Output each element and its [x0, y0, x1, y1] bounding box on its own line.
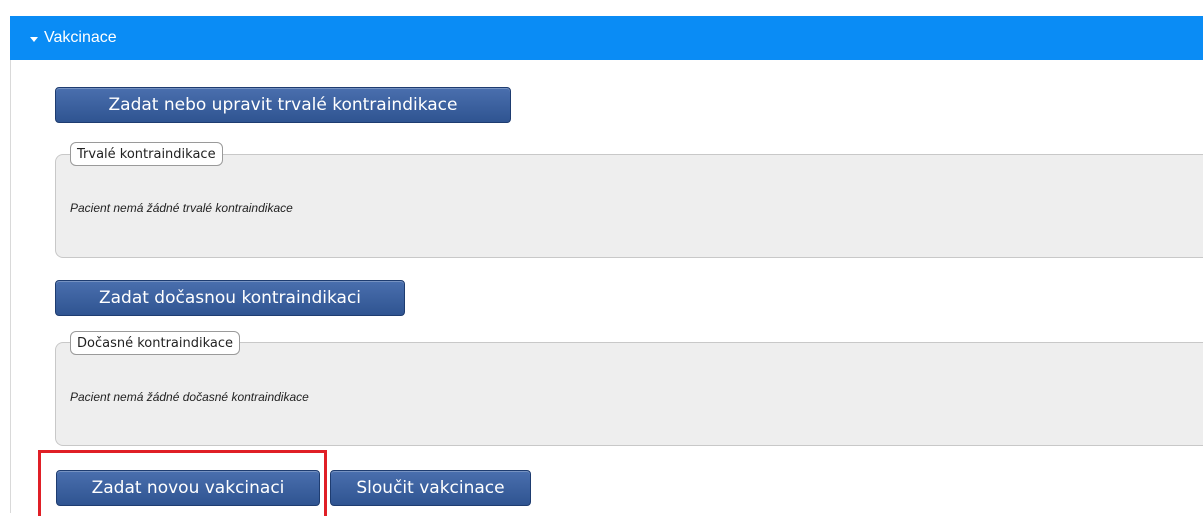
- panel-title: Vakcinace: [44, 29, 117, 46]
- edit-permanent-contraindications-button[interactable]: Zadat nebo upravit trvalé kontraindikace: [55, 87, 511, 123]
- permanent-contraindications-legend: Trvalé kontraindikace: [70, 142, 223, 166]
- vaccination-panel-header[interactable]: Vakcinace: [10, 16, 1203, 60]
- temporary-contraindications-empty-text: Pacient nemá žádné dočasné kontraindikac…: [70, 390, 309, 404]
- add-temporary-contraindication-button[interactable]: Zadat dočasnou kontraindikaci: [55, 280, 405, 316]
- caret-down-icon: [30, 36, 38, 42]
- highlight-box: [38, 450, 327, 516]
- merge-vaccinations-button[interactable]: Sloučit vakcinace: [330, 470, 531, 506]
- permanent-contraindications-empty-text: Pacient nemá žádné trvalé kontraindikace: [70, 201, 293, 215]
- temporary-contraindications-legend: Dočasné kontraindikace: [70, 331, 241, 355]
